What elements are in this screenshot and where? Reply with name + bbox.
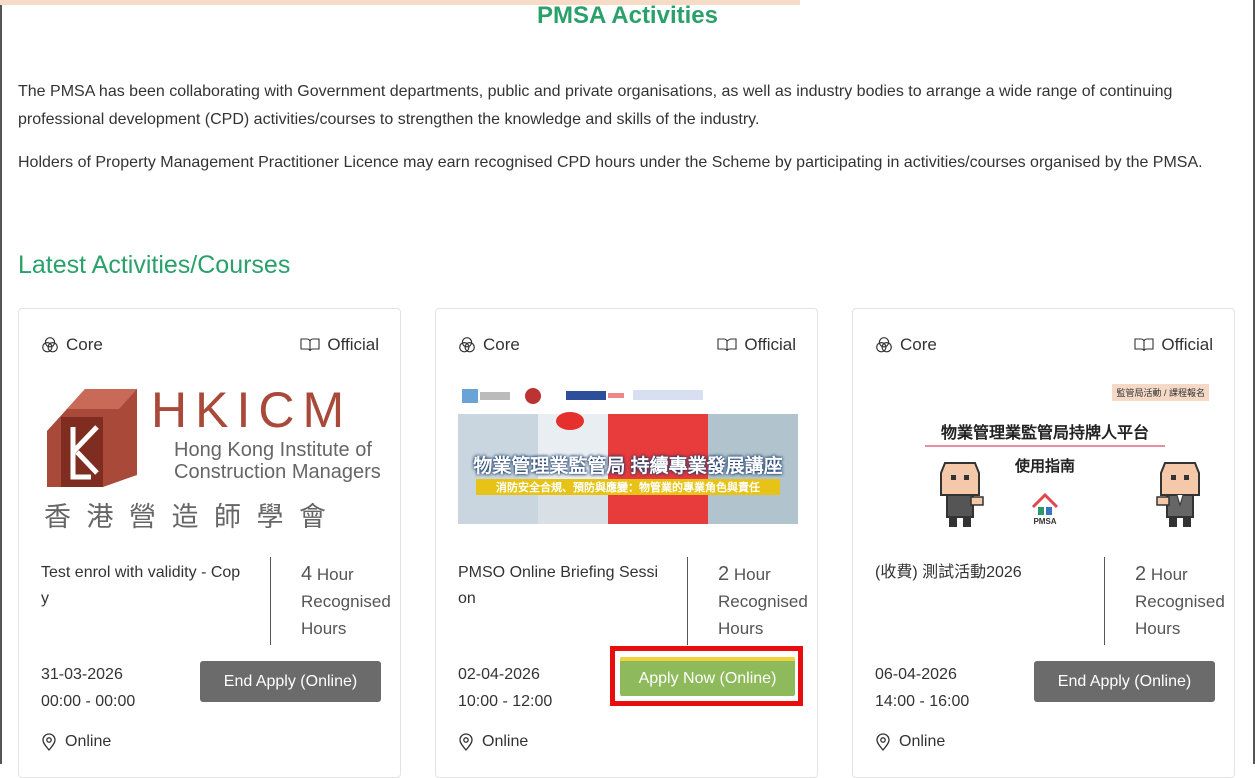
hours-label-2: Hours [301,619,347,638]
banner-logo: PMSA [1033,517,1057,526]
activity-date: 06-04-2026 [875,666,957,683]
page-frame-left [0,0,2,764]
mascot-illustration-right [1156,462,1200,527]
apply-now-button[interactable]: Apply Now (Online) [620,657,795,696]
end-apply-button[interactable]: End Apply (Online) [1034,661,1215,702]
banner-line-2: Construction Managers [174,461,381,483]
activity-location: Online [41,733,111,751]
hours-label-1: Recognised [718,592,808,611]
banner-headline: 物業管理業監管局持牌人平台 [940,425,1149,442]
activity-date: 02-04-2026 [458,666,540,683]
category-label: Core [483,335,520,354]
activity-datetime: 02-04-2026 10:00 - 12:00 [458,661,552,715]
core-tag: Core [458,335,520,355]
core-icon [42,337,58,353]
activity-card[interactable]: Core Official 物業管理業監管局 持續專業發展講座 消防安全合規、預… [435,308,818,778]
activity-banner[interactable]: HKICM Hong Kong Institute of Constructio… [41,379,381,529]
apply-button-highlight: Apply Now (Online) [610,646,803,706]
activity-banner[interactable]: 物業管理業監管局 持續專業發展講座 消防安全合規、預防與應變：物管業的專業角色與… [458,379,798,529]
location-label: Online [899,733,946,750]
activity-time: 14:00 - 16:00 [875,693,970,710]
location-pin-icon [42,733,56,751]
core-tag: Core [41,335,103,355]
hours-number: 4 [301,563,313,585]
type-label: Official [744,335,796,354]
location-label: Online [482,733,529,750]
official-tag: Official [717,335,796,355]
banner-chinese: 香 港 營 造 師 學 會 [44,502,331,529]
hours-unit: Hour [733,565,771,584]
intro-paragraph-1: The PMSA has been collaborating with Gov… [18,83,1173,128]
activity-title[interactable]: PMSO Online Briefing Session [458,560,663,612]
hours-label-2: Hours [1135,619,1181,638]
activity-time: 00:00 - 00:00 [41,693,136,710]
type-label: Official [1161,335,1213,354]
activity-date: 31-03-2026 [41,666,123,683]
activity-time: 10:00 - 12:00 [458,693,553,710]
page-title: PMSA Activities [537,2,718,29]
banner-logo-text: HKICM [151,382,353,438]
divider [270,557,271,645]
hours-number: 2 [718,563,730,585]
section-title: Latest Activities/Courses [18,251,291,279]
activity-banner[interactable]: 監管局活動 / 課程報名 物業管理業監管局持牌人平台 使用指南 PMSA [875,379,1215,529]
activity-title[interactable]: (收費) 測試活動2026 [875,560,1080,586]
banner-badge: 監管局活動 / 課程報名 [1112,384,1209,401]
hours-unit: Hour [316,565,354,584]
activity-title[interactable]: Test enrol with validity - Copy [41,560,246,612]
book-icon [1134,338,1154,352]
category-label: Core [66,335,103,354]
type-label: Official [327,335,379,354]
divider [1104,557,1105,645]
activity-card[interactable]: Core Official HKICM Hong Kong Institute … [18,308,401,778]
activity-datetime: 31-03-2026 00:00 - 00:00 [41,661,135,715]
recognised-hours: 2 Hour Recognised Hours [1135,561,1225,642]
book-icon [300,338,320,352]
mascot-illustration-left [940,462,984,527]
intro-paragraph-2: Holders of Property Management Practitio… [18,154,1203,171]
hours-label-1: Recognised [1135,592,1225,611]
location-pin-icon [459,733,473,751]
location-pin-icon [876,733,890,751]
activity-location: Online [458,733,528,751]
core-tag: Core [875,335,937,355]
end-apply-button[interactable]: End Apply (Online) [200,661,381,702]
banner-headline: 物業管理業監管局 持續專業發展講座 [473,456,783,477]
activity-datetime: 06-04-2026 14:00 - 16:00 [875,661,969,715]
official-tag: Official [300,335,379,355]
book-icon [717,338,737,352]
recognised-hours: 2 Hour Recognised Hours [718,561,808,642]
divider [687,557,688,645]
banner-line-1: Hong Kong Institute of [174,439,372,461]
core-icon [459,337,475,353]
banner-subline: 消防安全合規、預防與應變：物管業的專業角色與責任 [476,479,780,495]
category-label: Core [900,335,937,354]
hours-label-2: Hours [718,619,764,638]
location-label: Online [65,733,112,750]
activity-location: Online [875,733,945,751]
recognised-hours: 4 Hour Recognised Hours [301,561,391,642]
hours-label-1: Recognised [301,592,391,611]
banner-rule [925,445,1165,447]
hours-number: 2 [1135,563,1147,585]
core-icon [876,337,892,353]
activity-card[interactable]: Core Official 監管局活動 / 課程報名 物業管理業監管局持牌人平台… [852,308,1235,778]
hours-unit: Hour [1150,565,1188,584]
official-tag: Official [1134,335,1213,355]
